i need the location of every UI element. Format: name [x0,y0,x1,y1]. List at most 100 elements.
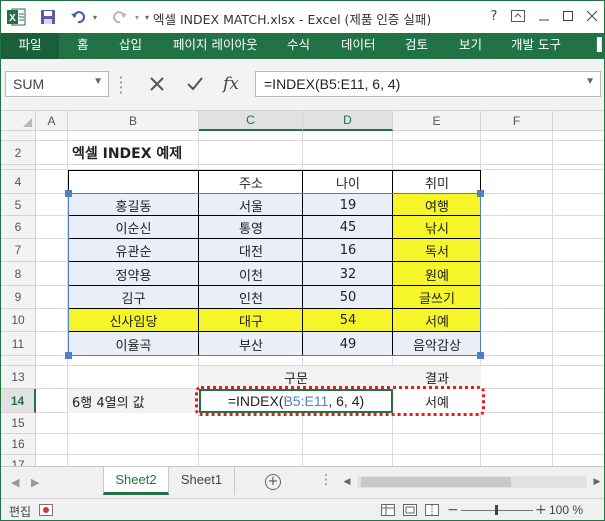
row-header-17[interactable]: 17 [1,455,36,466]
sheet-heading[interactable]: 엑셀 INDEX 예제 [68,141,308,165]
ribbon-tabs: 파일 홈 삽입 페이지 레이아웃 수식 데이터 검토 보기 개발 도구 ▐ [1,33,604,59]
range-handle[interactable] [65,190,72,197]
zoom-in-icon[interactable]: + [535,502,547,518]
table-header-cell[interactable] [68,170,199,194]
row-header-7[interactable]: 7 [1,239,36,262]
expand-formula-icon[interactable]: ▼ [585,76,595,87]
range-handle[interactable] [65,352,72,359]
row-header-10[interactable]: 10 [1,309,36,332]
tab-data[interactable]: 데이터 [341,33,376,59]
normal-view-icon[interactable] [381,504,395,519]
tab-split-handle-icon[interactable]: ⋮ [319,472,333,488]
tab-home[interactable]: 홈 [77,33,89,59]
zoom-level[interactable]: 100 % [549,503,583,517]
sheet-tab-sheet2[interactable]: Sheet2 [103,467,169,495]
column-header-e[interactable]: E [393,111,481,131]
zoom-slider[interactable] [461,505,533,515]
formula-text: =INDEX(B5:E11, 6, 4) [264,76,401,92]
page-layout-view-icon[interactable] [403,504,417,519]
maximize-icon[interactable] [555,5,581,27]
row-header-9[interactable]: 9 [1,286,36,309]
page-break-view-icon[interactable] [425,504,439,519]
save-icon[interactable] [37,7,59,27]
tab-developer[interactable]: 개발 도구 [511,33,561,59]
column-header-c[interactable]: C [199,111,303,131]
column-header-f[interactable]: F [481,111,553,131]
query-label[interactable]: 6행 4열의 값 [68,389,199,413]
row-header-16[interactable]: 16 [1,434,36,455]
row-header-8[interactable]: 8 [1,262,36,286]
table-header-cell[interactable]: 취미 [393,170,481,194]
enter-check-icon[interactable] [181,71,209,97]
table-header-cell[interactable]: 주소 [199,170,303,194]
column-header-b[interactable]: B [68,111,199,131]
horizontal-scrollbar-thumb[interactable] [361,477,511,487]
help-button[interactable]: ? [481,5,507,27]
scroll-tabs-right-icon[interactable]: ▶ [31,476,39,489]
range-handle[interactable] [477,352,484,359]
undo-icon[interactable] [67,7,89,27]
name-box-dropdown-icon[interactable]: ▼ [93,76,103,87]
row-header-12[interactable] [1,356,36,366]
row-header-5[interactable]: 5 [1,194,36,216]
sheet-tab-bar: ◀ ▶ Sheet2 Sheet1 + ⋮ ◀ ▶ [1,466,604,498]
status-mode: 편집 [9,505,32,519]
column-header-d[interactable]: D [303,111,393,131]
excel-logo-icon: X [5,7,27,27]
row-header-1[interactable] [1,131,36,141]
tab-review[interactable]: 검토 [405,33,428,59]
gridline [36,433,604,434]
worksheet-grid[interactable]: A B C D E F 2 4 5 6 7 8 9 10 11 13 14 15… [1,111,604,466]
ribbon-display-options-icon[interactable] [505,5,531,27]
add-sheet-button[interactable]: + [265,474,281,490]
tab-formulas[interactable]: 수식 [287,33,310,59]
column-header-g[interactable] [553,111,604,131]
select-all-corner[interactable] [1,111,36,131]
zoom-out-icon[interactable]: − [447,502,459,518]
window-title: 엑셀 INDEX MATCH.xlsx - Excel (제품 인증 실패) [153,12,432,27]
row-header-6[interactable]: 6 [1,216,36,239]
hscroll-right-icon[interactable]: ▶ [589,475,604,489]
macro-record-icon[interactable] [39,504,53,519]
tab-view[interactable]: 보기 [459,33,482,59]
range-highlight [68,193,481,356]
ribbon-scroll-icon[interactable]: ▐ [592,33,604,59]
zoom-slider-thumb[interactable] [495,505,498,515]
red-dotted-highlight [195,386,485,416]
row-header-11[interactable]: 11 [1,332,36,356]
range-handle[interactable] [477,190,484,197]
row-header-13[interactable]: 13 [1,366,36,389]
sheet-tab-sheet1[interactable]: Sheet1 [169,467,235,495]
title-bar: X ▾ ▾ ▾ 엑셀 INDEX MATCH.xlsx - Excel (제품 … [1,1,604,33]
excel-window: X ▾ ▾ ▾ 엑셀 INDEX MATCH.xlsx - Excel (제품 … [0,0,605,521]
tab-file[interactable]: 파일 [1,33,59,59]
gridline [552,131,553,466]
tab-page-layout[interactable]: 페이지 레이아웃 [173,33,257,59]
row-header-14[interactable]: 14 [1,389,36,413]
customize-toolbar-icon[interactable]: ▾ [141,7,153,27]
svg-text:X: X [9,13,16,24]
table-header-cell[interactable]: 나이 [303,170,393,194]
column-header-a[interactable]: A [36,111,68,131]
undo-dropdown-icon[interactable]: ▾ [89,7,101,27]
row-header-15[interactable]: 15 [1,413,36,434]
gridline [36,454,604,455]
hscroll-left-icon[interactable]: ◀ [339,475,355,489]
tab-insert[interactable]: 삽입 [119,33,142,59]
horizontal-scrollbar[interactable] [357,476,587,488]
close-icon[interactable] [579,5,604,27]
status-bar: 편집 − + 100 % [1,498,604,520]
formula-input[interactable]: =INDEX(B5:E11, 6, 4) ▼ [255,71,601,97]
row-header-2[interactable]: 2 [1,141,36,165]
minimize-icon[interactable] [531,5,557,27]
cancel-icon[interactable] [143,71,171,97]
row-header-4[interactable]: 4 [1,170,36,194]
table-border [68,170,481,171]
formula-bar-grip[interactable] [119,75,123,95]
name-box-value: SUM [13,76,45,92]
formula-bar: SUM ▼ fx =INDEX(B5:E11, 6, 4) ▼ [1,59,604,111]
scroll-tabs-left-icon[interactable]: ◀ [11,476,19,489]
name-box[interactable]: SUM ▼ [5,71,109,97]
redo-icon[interactable] [109,7,131,27]
insert-function-icon[interactable]: fx [217,71,245,97]
